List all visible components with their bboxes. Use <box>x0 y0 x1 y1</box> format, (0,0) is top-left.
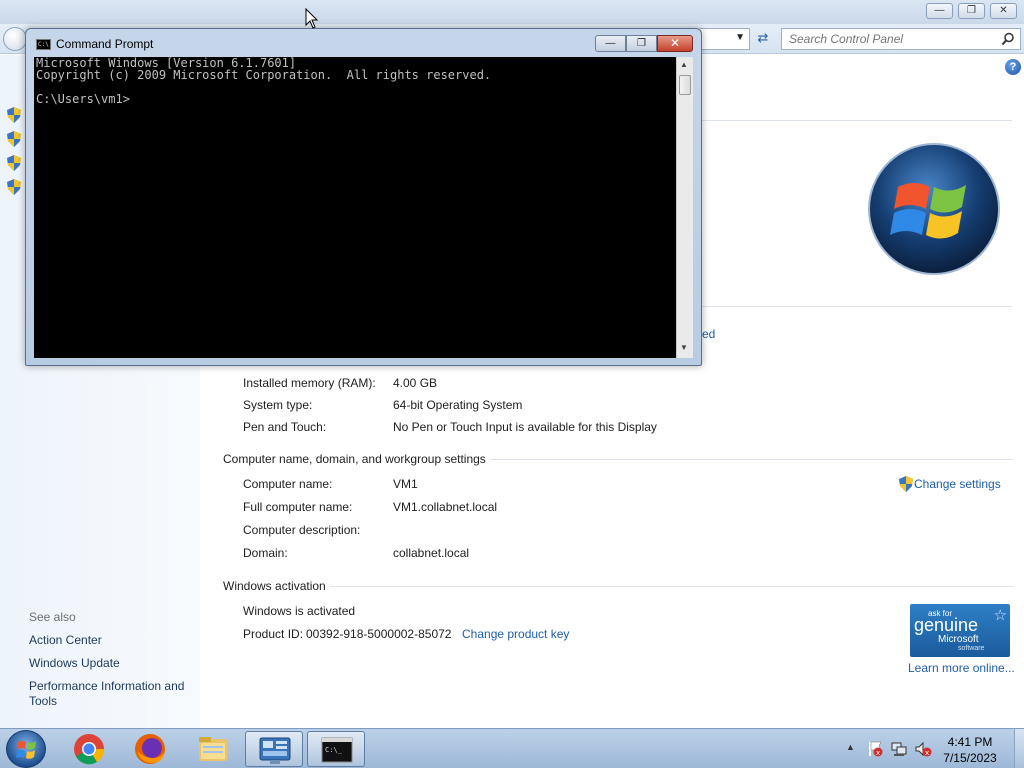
computer-description-label: Computer description: <box>243 523 361 537</box>
back-button[interactable] <box>3 27 27 51</box>
svg-text:x: x <box>876 749 880 757</box>
taskbar-file-explorer[interactable] <box>184 731 242 767</box>
command-prompt-icon: C:\ <box>36 39 51 50</box>
divider <box>702 120 1012 121</box>
computer-name-value: VM1 <box>393 477 418 491</box>
chrome-icon <box>74 734 105 765</box>
show-desktop-button[interactable] <box>1014 729 1024 768</box>
computer-section-title: Computer name, domain, and workgroup set… <box>223 452 490 466</box>
change-settings-label[interactable]: Change settings <box>914 477 1001 491</box>
change-settings-link[interactable]: Change settings <box>899 476 1001 495</box>
product-id-label: Product ID: <box>243 627 304 641</box>
clock-date[interactable]: 7/15/2023 <box>930 751 1010 765</box>
learn-more-link[interactable]: Learn more online... <box>908 661 1015 675</box>
search-icon[interactable] <box>1001 32 1015 46</box>
window-title: Command Prompt <box>56 37 154 51</box>
search-box[interactable] <box>781 28 1021 50</box>
full-computer-name-value: VM1.collabnet.local <box>393 500 498 514</box>
cp-minimize-button[interactable]: — <box>926 3 953 19</box>
minimize-button[interactable]: — <box>595 35 626 52</box>
help-icon[interactable]: ? <box>1005 59 1021 75</box>
uac-shield-icon <box>7 179 21 195</box>
windows-logo <box>868 143 1000 275</box>
network-icon[interactable] <box>890 740 908 758</box>
pen-touch-value: No Pen or Touch Input is available for t… <box>393 420 657 434</box>
action-center-flag-icon[interactable]: x <box>866 740 884 758</box>
uac-shield-icon <box>899 476 913 492</box>
control-panel-icon <box>259 737 291 764</box>
ram-label: Installed memory (RAM): <box>243 376 376 390</box>
svg-text:x: x <box>925 749 929 757</box>
cp-close-button[interactable]: ✕ <box>990 3 1017 19</box>
scroll-up-arrow-icon[interactable]: ▲ <box>680 60 688 69</box>
action-center-link[interactable]: Action Center <box>29 633 102 647</box>
command-prompt-window[interactable]: C:\ Command Prompt — ❐ ✕ Microsoft Windo… <box>25 28 702 366</box>
start-button[interactable] <box>6 730 46 768</box>
ram-value: 4.00 GB <box>393 376 438 390</box>
activation-section-title: Windows activation <box>223 579 330 593</box>
address-dropdown-icon[interactable]: ▼ <box>735 32 745 43</box>
genuine-microsoft-badge[interactable]: ask for genuine Microsoft software ☆ <box>910 604 1010 657</box>
see-also-heading: See also <box>29 610 76 624</box>
performance-information-link-cont[interactable]: Tools <box>29 694 57 708</box>
partial-link[interactable]: ed <box>702 327 715 341</box>
address-field[interactable]: ▼ <box>700 28 750 50</box>
taskbar-control-panel[interactable] <box>245 731 303 767</box>
clock-time[interactable]: 4:41 PM <box>930 735 1010 749</box>
divider <box>702 306 1012 307</box>
taskbar-command-prompt[interactable]: C:\_ <box>307 731 365 767</box>
console-output: Microsoft Windows [Version 6.1.7601] Cop… <box>36 56 492 106</box>
close-button[interactable]: ✕ <box>657 35 693 52</box>
vertical-scrollbar[interactable]: ▲ ▼ <box>676 57 693 358</box>
pen-touch-label: Pen and Touch: <box>243 420 327 434</box>
star-icon: ☆ <box>993 607 1007 624</box>
refresh-icon[interactable]: ⇄ <box>752 30 774 48</box>
section-divider <box>223 586 1013 587</box>
change-product-key-link[interactable]: Change product key <box>462 627 569 641</box>
genuine-software-text: software <box>958 645 985 652</box>
maximize-button[interactable]: ❐ <box>626 35 657 52</box>
command-prompt-icon: C:\_ <box>321 737 353 763</box>
system-type-value: 64-bit Operating System <box>393 398 523 412</box>
windows-flag-icon <box>16 741 36 759</box>
cp-maximize-button[interactable]: ❐ <box>958 3 985 19</box>
activation-status: Windows is activated <box>243 604 356 618</box>
system-type-label: System type: <box>243 398 313 412</box>
full-computer-name-label: Full computer name: <box>243 500 353 514</box>
scroll-down-arrow-icon[interactable]: ▼ <box>680 343 688 352</box>
taskbar-firefox[interactable] <box>121 731 179 767</box>
product-id-value: 00392-918-5000002-85072 <box>306 627 452 641</box>
taskbar-chrome[interactable] <box>60 731 118 767</box>
domain-label: Domain: <box>243 546 288 560</box>
show-hidden-icons-icon[interactable]: ▲ <box>846 742 855 752</box>
taskbar: C:\_ ▲ x x 4:41 PM 7/15/2023 <box>0 728 1024 768</box>
scroll-thumb[interactable] <box>679 75 691 95</box>
svg-text:C:\_: C:\_ <box>325 746 343 754</box>
windows-update-link[interactable]: Windows Update <box>29 656 120 670</box>
control-panel-titlebar[interactable]: — ❐ ✕ <box>0 0 1024 24</box>
computer-name-label: Computer name: <box>243 477 333 491</box>
domain-value: collabnet.local <box>393 546 470 560</box>
performance-information-link[interactable]: Performance Information and <box>29 679 184 693</box>
uac-shield-icon <box>7 131 21 147</box>
uac-shield-icon <box>7 107 21 123</box>
uac-shield-icon <box>7 155 21 171</box>
console-area[interactable]: Microsoft Windows [Version 6.1.7601] Cop… <box>34 57 676 358</box>
mouse-cursor-icon <box>305 8 319 29</box>
genuine-microsoft-text: Microsoft <box>938 634 979 645</box>
folder-icon <box>199 737 227 761</box>
search-input[interactable] <box>789 32 989 46</box>
firefox-icon <box>135 734 165 764</box>
genuine-word: genuine <box>914 615 979 635</box>
